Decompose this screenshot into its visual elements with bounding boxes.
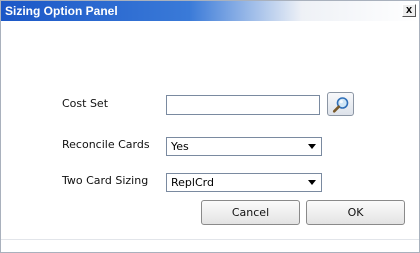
chevron-down-icon [308, 144, 316, 149]
footer-divider [1, 239, 419, 240]
two-card-sizing-value: ReplCrd [171, 176, 214, 189]
reconcile-cards-value: Yes [171, 140, 189, 153]
cost-set-lookup-button[interactable] [327, 92, 354, 116]
cost-set-input[interactable] [166, 95, 320, 115]
close-icon: x [405, 4, 413, 16]
sizing-option-dialog: Sizing Option Panel x Cost Set Reconcile… [0, 0, 420, 253]
two-card-sizing-label: Two Card Sizing [62, 174, 149, 187]
reconcile-cards-label: Reconcile Cards [62, 138, 150, 151]
magnifier-icon [332, 97, 349, 113]
reconcile-cards-dropdown[interactable]: Yes [166, 137, 322, 156]
cancel-button[interactable]: Cancel [201, 200, 300, 225]
two-card-sizing-dropdown[interactable]: ReplCrd [166, 173, 322, 192]
dialog-title: Sizing Option Panel [5, 4, 118, 18]
close-button[interactable]: x [402, 4, 416, 17]
ok-button[interactable]: OK [306, 200, 405, 225]
chevron-down-icon [308, 180, 316, 185]
title-bar[interactable]: Sizing Option Panel x [1, 1, 419, 21]
cost-set-label: Cost Set [62, 97, 109, 110]
